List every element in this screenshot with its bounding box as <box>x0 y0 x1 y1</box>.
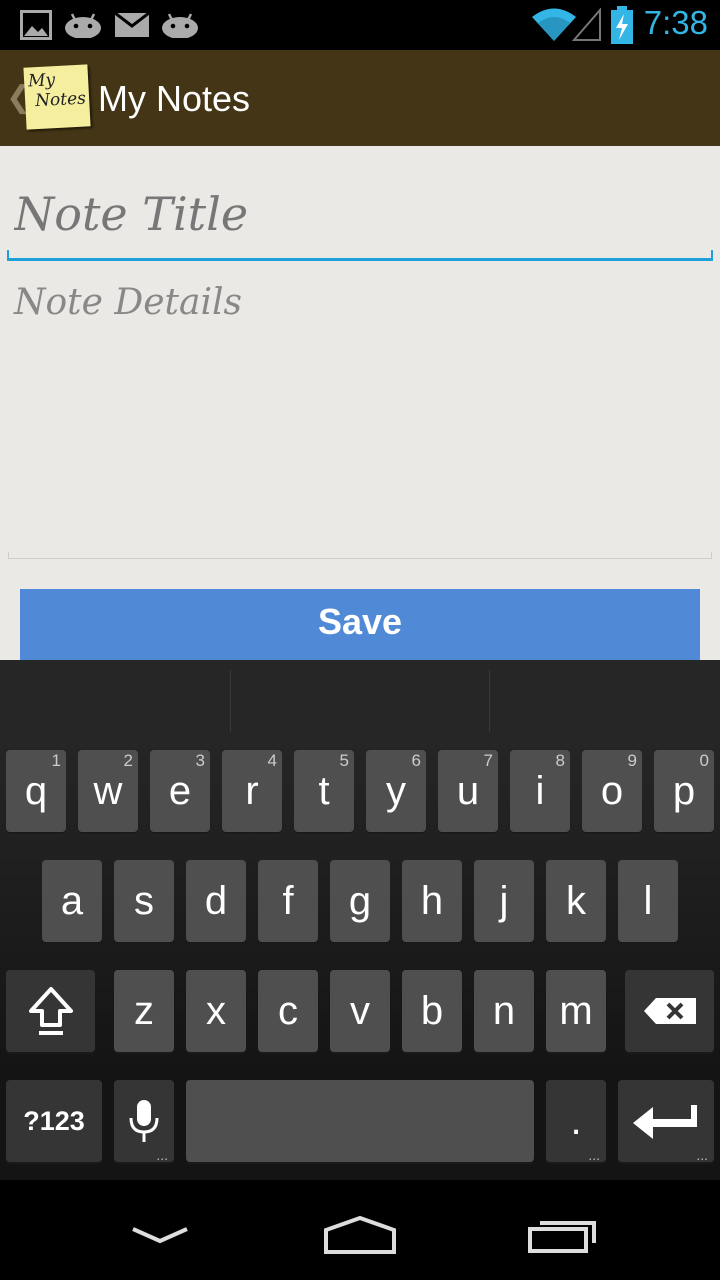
key-c[interactable]: c <box>258 970 318 1052</box>
space-bar[interactable] <box>186 1080 534 1162</box>
key-y[interactable]: y6 <box>366 750 426 832</box>
enter-arrow-icon <box>633 1105 697 1139</box>
home-button[interactable] <box>300 1200 420 1270</box>
key-b[interactable]: b <box>402 970 462 1052</box>
image-icon <box>20 10 52 40</box>
logo-line2: Notes <box>34 88 87 112</box>
save-button[interactable]: Save <box>20 589 700 669</box>
action-bar: ❮ My Notes My Notes <box>0 50 720 146</box>
key-m[interactable]: m <box>546 970 606 1052</box>
key-i[interactable]: i8 <box>510 750 570 832</box>
delete-key[interactable] <box>625 970 714 1052</box>
recents-button[interactable] <box>502 1200 622 1270</box>
key-label: u <box>456 768 480 813</box>
more-dots: ... <box>156 1147 168 1163</box>
key-hint: 3 <box>195 751 205 770</box>
key-hint: 9 <box>627 751 637 770</box>
navigation-bar <box>0 1180 720 1280</box>
key-k[interactable]: k <box>546 860 606 942</box>
shift-key[interactable] <box>6 970 95 1052</box>
microphone-icon <box>129 1100 159 1142</box>
note-editor: Save <box>0 146 720 669</box>
android-icon <box>65 13 101 38</box>
back-icon <box>132 1227 188 1244</box>
suggestion-divider <box>230 670 231 732</box>
key-t[interactable]: t5 <box>294 750 354 832</box>
period-key[interactable]: . ... <box>546 1080 606 1162</box>
key-q[interactable]: q1 <box>6 750 66 832</box>
key-label: w <box>93 768 123 813</box>
signal-icon <box>572 8 601 41</box>
key-d[interactable]: d <box>186 860 246 942</box>
key-w[interactable]: w2 <box>78 750 138 832</box>
key-j[interactable]: j <box>474 860 534 942</box>
suggestion-strip <box>0 660 720 742</box>
app-title: My Notes <box>98 78 251 119</box>
note-details-input[interactable] <box>8 276 712 556</box>
enter-key[interactable]: ... <box>618 1080 714 1162</box>
key-hint: 1 <box>51 751 61 770</box>
back-button[interactable] <box>100 1200 220 1270</box>
details-underline <box>8 552 712 559</box>
key-r[interactable]: r4 <box>222 750 282 832</box>
battery-charging-icon <box>611 6 633 44</box>
key-u[interactable]: u7 <box>438 750 498 832</box>
key-label: o <box>600 768 624 813</box>
suggestion-divider <box>489 670 490 732</box>
key-hint: 2 <box>123 751 133 770</box>
title-underline <box>7 250 713 261</box>
key-f[interactable]: f <box>258 860 318 942</box>
more-dots: ... <box>588 1147 600 1163</box>
key-label: p <box>672 768 696 813</box>
period-label: . <box>570 1098 582 1143</box>
key-a[interactable]: a <box>42 860 102 942</box>
key-label: r <box>245 768 259 813</box>
key-hint: 6 <box>411 751 421 770</box>
shift-icon <box>28 987 73 1035</box>
key-x[interactable]: x <box>186 970 246 1052</box>
key-n[interactable]: n <box>474 970 534 1052</box>
key-hint: 8 <box>555 751 565 770</box>
key-g[interactable]: g <box>330 860 390 942</box>
key-h[interactable]: h <box>402 860 462 942</box>
key-l[interactable]: l <box>618 860 678 942</box>
key-e[interactable]: e3 <box>150 750 210 832</box>
voice-input-key[interactable]: ... <box>114 1080 174 1162</box>
clock-time: 7:38 <box>643 4 708 41</box>
key-hint: 7 <box>483 751 493 770</box>
key-o[interactable]: o9 <box>582 750 642 832</box>
key-label: e <box>168 768 192 813</box>
android-icon <box>162 13 198 38</box>
key-label: i <box>535 768 545 813</box>
note-title-input[interactable] <box>8 166 712 262</box>
logo-line1: My <box>27 70 56 92</box>
key-p[interactable]: p0 <box>654 750 714 832</box>
key-hint: 4 <box>267 751 277 770</box>
key-label: q <box>24 768 48 813</box>
home-icon <box>324 1215 396 1254</box>
key-hint: 5 <box>339 751 349 770</box>
more-dots: ... <box>696 1147 708 1163</box>
key-hint: 0 <box>699 751 709 770</box>
key-label: y <box>386 768 406 813</box>
symbols-key[interactable]: ?123 <box>6 1080 102 1162</box>
key-v[interactable]: v <box>330 970 390 1052</box>
recents-icon <box>528 1221 596 1253</box>
app-logo[interactable]: My Notes <box>23 64 91 130</box>
soft-keyboard: q1 w2 e3 r4 t5 y6 u7 i8 o9 p0 a s d f g … <box>0 660 720 1180</box>
mail-icon <box>115 13 149 37</box>
key-label: t <box>318 768 330 813</box>
logo-text: My Notes <box>28 69 87 112</box>
wifi-icon <box>532 8 576 41</box>
backspace-icon <box>643 998 696 1024</box>
status-bar: 7:38 <box>0 0 720 50</box>
key-s[interactable]: s <box>114 860 174 942</box>
key-z[interactable]: z <box>114 970 174 1052</box>
